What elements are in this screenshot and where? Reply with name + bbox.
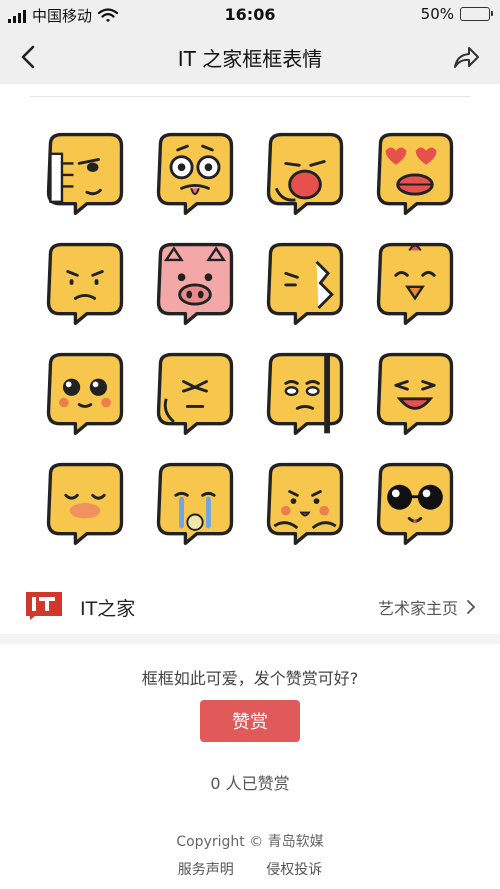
googly-eyes-face-icon bbox=[156, 132, 234, 215]
share-icon[interactable] bbox=[452, 43, 480, 71]
artist-home-link[interactable]: 艺术家主页 bbox=[378, 595, 476, 619]
sticker-yawning-face[interactable] bbox=[250, 118, 360, 228]
nav-bar: IT 之家框框表情 bbox=[0, 30, 500, 84]
sticker-crying-face[interactable] bbox=[140, 448, 250, 558]
sticker-grid bbox=[30, 118, 470, 558]
heart-eyes-lips-face-icon bbox=[376, 132, 454, 215]
crying-face-icon bbox=[156, 462, 234, 545]
sunglasses-face-icon bbox=[376, 462, 454, 545]
service-statement-link[interactable]: 服务声明 bbox=[178, 862, 234, 878]
pig-face-icon bbox=[156, 242, 234, 325]
header-divider bbox=[30, 96, 470, 97]
blushing-face-icon bbox=[46, 462, 124, 545]
infringement-complaint-link[interactable]: 侵权投诉 bbox=[266, 862, 322, 878]
reward-count: 0 人已赞赏 bbox=[210, 774, 290, 793]
sticker-squinting-face[interactable] bbox=[140, 338, 250, 448]
chevron-right-icon bbox=[467, 600, 476, 614]
squinting-face-icon bbox=[156, 352, 234, 435]
broken-face-icon bbox=[266, 242, 344, 325]
sticker-broken-face[interactable] bbox=[250, 228, 360, 338]
sticker-worried-face[interactable] bbox=[30, 228, 140, 338]
page-title: IT 之家框框表情 bbox=[177, 47, 323, 71]
yawning-face-icon bbox=[266, 132, 344, 215]
chick-face-icon bbox=[376, 242, 454, 325]
section-separator bbox=[0, 634, 500, 644]
sticker-big-eyes-face[interactable] bbox=[30, 338, 140, 448]
sticker-chick-face[interactable] bbox=[360, 228, 470, 338]
shy-face-icon bbox=[266, 462, 344, 545]
battery-icon bbox=[460, 7, 493, 21]
sticker-laughing-face[interactable] bbox=[360, 338, 470, 448]
battery-percent: 50% bbox=[420, 5, 454, 23]
ithome-logo bbox=[26, 592, 62, 620]
thumbs-up-face-icon bbox=[46, 132, 124, 215]
laughing-face-icon bbox=[376, 352, 454, 435]
sticker-peeking-face[interactable] bbox=[250, 338, 360, 448]
sticker-pig-face[interactable] bbox=[140, 228, 250, 338]
sticker-heart-eyes-lips-face[interactable] bbox=[360, 118, 470, 228]
sticker-blushing-face[interactable] bbox=[30, 448, 140, 558]
status-bar: 中国移动 16:06 50% bbox=[0, 0, 500, 30]
copyright-text: Copyright © 青岛软媒 bbox=[176, 834, 324, 850]
worried-face-icon bbox=[46, 242, 124, 325]
big-eyes-face-icon bbox=[46, 352, 124, 435]
sticker-googly-eyes-face[interactable] bbox=[140, 118, 250, 228]
author-name: IT之家 bbox=[80, 598, 136, 620]
peeking-face-icon bbox=[266, 352, 344, 435]
sticker-thumbs-up-face[interactable] bbox=[30, 118, 140, 228]
artist-home-label: 艺术家主页 bbox=[377, 599, 458, 618]
status-right: 50% bbox=[420, 5, 493, 23]
reward-prompt: 框框如此可爱，发个赞赏可好? bbox=[141, 669, 359, 688]
reward-button[interactable]: 赞赏 bbox=[200, 700, 300, 742]
sticker-sunglasses-face[interactable] bbox=[360, 448, 470, 558]
author-row[interactable]: IT之家 艺术家主页 bbox=[26, 588, 480, 624]
footer-links: 服务声明 侵权投诉 bbox=[0, 859, 500, 879]
sticker-shy-face[interactable] bbox=[250, 448, 360, 558]
